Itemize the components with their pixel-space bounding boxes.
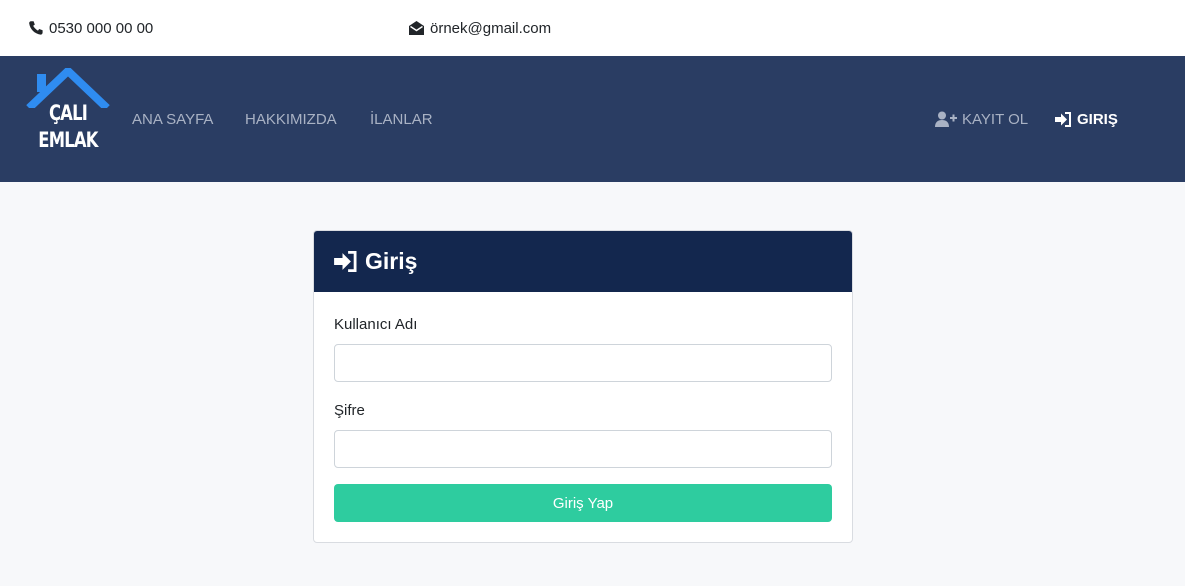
brand-line1: ÇALI bbox=[48, 101, 88, 125]
main-navbar: ÇALI EMLAK ANA SAYFA HAKKIMIZDA İLANLAR … bbox=[0, 56, 1185, 182]
sign-in-icon bbox=[1055, 111, 1071, 127]
login-card: Giriş Kullanıcı Adı Şifre Giriş Yap bbox=[313, 230, 853, 543]
nav-about[interactable]: HAKKIMIZDA bbox=[245, 56, 337, 182]
password-input[interactable] bbox=[334, 430, 832, 468]
phone-icon bbox=[29, 21, 43, 35]
nav-register[interactable]: KAYIT OL bbox=[935, 56, 1028, 182]
contact-phone-text: 0530 000 00 00 bbox=[49, 19, 154, 37]
nav-login[interactable]: GIRIŞ bbox=[1055, 56, 1118, 182]
user-plus-icon bbox=[935, 111, 957, 127]
contact-email-text: örnek@gmail.com bbox=[430, 19, 552, 37]
contact-email: örnek@gmail.com bbox=[408, 0, 551, 56]
username-input[interactable] bbox=[334, 344, 832, 382]
envelope-open-icon bbox=[409, 21, 424, 35]
login-card-title: Giriş bbox=[365, 248, 418, 274]
nav-login-label: GIRIŞ bbox=[1077, 110, 1118, 128]
nav-register-label: KAYIT OL bbox=[962, 110, 1029, 128]
nav-home[interactable]: ANA SAYFA bbox=[132, 56, 213, 182]
nav-listings[interactable]: İLANLAR bbox=[370, 56, 433, 182]
sign-in-icon bbox=[334, 251, 357, 272]
contact-phone: 0530 000 00 00 bbox=[28, 0, 153, 56]
username-label: Kullanıcı Adı bbox=[334, 316, 418, 333]
brand-line2: EMLAK bbox=[38, 128, 98, 152]
login-submit-button[interactable]: Giriş Yap bbox=[334, 484, 832, 522]
brand-logo[interactable]: ÇALI EMLAK bbox=[26, 68, 110, 172]
contact-bar: 0530 000 00 00 örnek@gmail.com bbox=[0, 0, 1185, 56]
password-label: Şifre bbox=[334, 402, 365, 419]
login-card-header: Giriş bbox=[314, 231, 852, 292]
